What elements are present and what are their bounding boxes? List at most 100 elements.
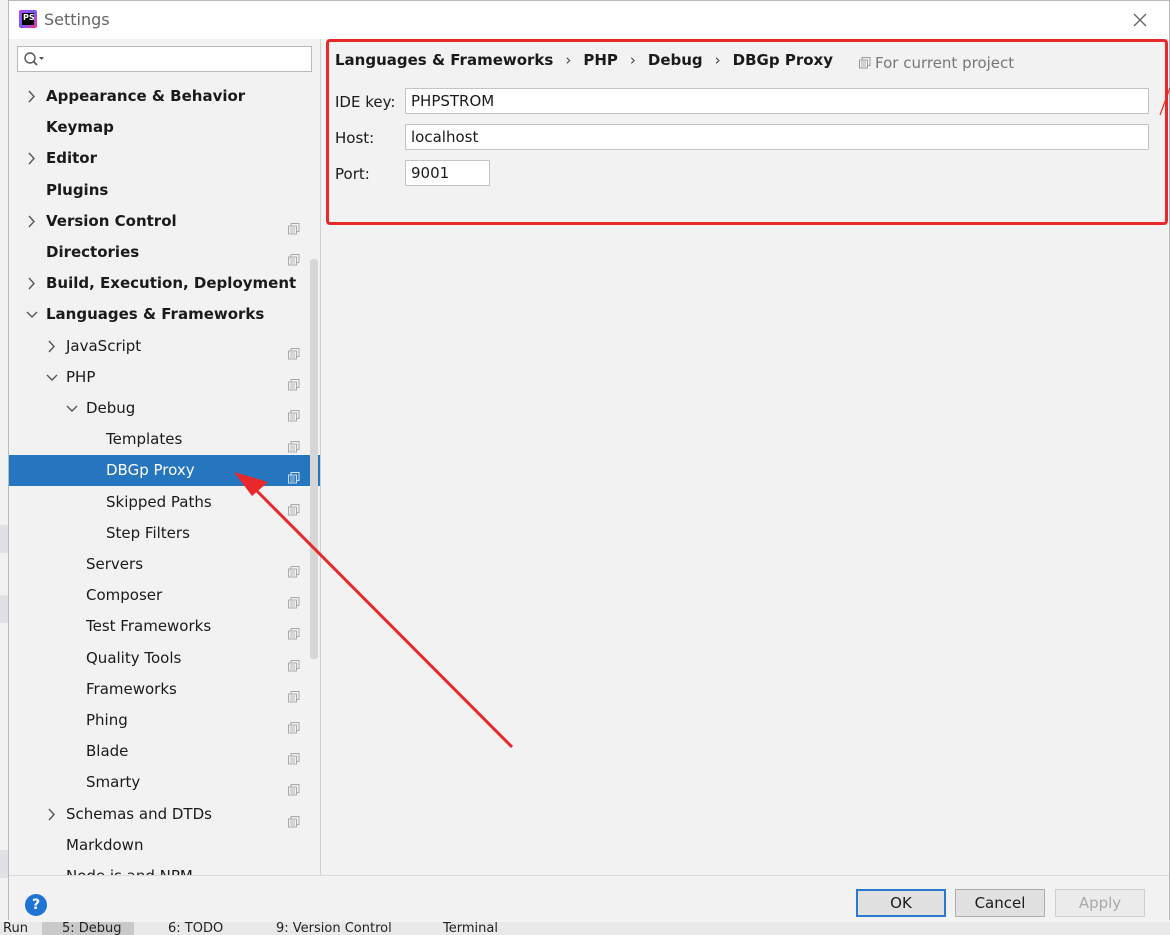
project-scope-icon [288,215,300,235]
chevron-right-icon[interactable] [25,143,39,174]
host-label: Host: [335,129,375,147]
tree-item[interactable]: Quality Tools [9,643,320,674]
tree-item[interactable]: Composer [9,580,320,611]
help-button[interactable]: ? [25,894,47,916]
cancel-button[interactable]: Cancel [955,889,1045,917]
tree-item[interactable]: Schemas and DTDs [9,799,320,830]
tree-item-label: Build, Execution, Deployment [46,274,297,293]
project-scope-icon [288,714,300,734]
ok-button[interactable]: OK [856,889,946,917]
tree-item[interactable]: Version Control [9,206,320,237]
chevron-right-icon[interactable] [45,799,59,830]
tree-item[interactable]: Servers [9,549,320,580]
chevron-right-icon[interactable] [45,331,59,362]
project-scope-icon [288,683,300,703]
tree-item-label: Blade [86,742,129,761]
breadcrumb-separator: › [714,51,721,69]
breadcrumb-item[interactable]: Debug [648,51,703,69]
tree-item[interactable]: Debug [9,393,320,424]
tree-item[interactable]: Phing [9,705,320,736]
tree-item-label: Templates [106,430,183,449]
settings-content: Languages & Frameworks › PHP › Debug › DBGp Pr… [321,39,1169,875]
tree-item-label: JavaScript [66,336,142,355]
tree-item-label: Test Frameworks [86,617,212,636]
settings-dialog: PS Settings Appearance & Behavior Keymap E… [8,0,1170,920]
project-scope-icon [288,496,300,516]
chevron-right-icon[interactable] [25,81,39,112]
close-icon[interactable] [1129,9,1151,31]
tree-item[interactable]: Blade [9,736,320,767]
tree-item[interactable]: Editor [9,143,320,174]
tool-window-tab[interactable]: Run [3,922,28,935]
project-scope-icon [288,745,300,765]
tree-item[interactable]: Keymap [9,112,320,143]
breadcrumb-separator: › [629,51,636,69]
window-title: Settings [44,10,110,29]
tree-item[interactable]: Plugins [9,175,320,206]
port-field[interactable]: 9001 [405,160,490,186]
tool-window-tab[interactable]: Terminal [443,922,498,935]
tree-item[interactable]: JavaScript [9,331,320,362]
project-scope-icon [288,246,300,266]
tree-item[interactable]: Directories [9,237,320,268]
tree-item-label: Keymap [46,118,114,137]
breadcrumb-item[interactable]: PHP [583,51,618,69]
chevron-down-icon[interactable] [45,362,59,393]
project-scope-icon [288,340,300,360]
tree-item[interactable]: Test Frameworks [9,611,320,642]
tree-item[interactable]: Smarty [9,767,320,798]
breadcrumb: Languages & Frameworks › PHP › Debug › DBGp Pr… [335,51,845,69]
breadcrumb-item[interactable]: Languages & Frameworks [335,51,553,69]
tree-item-label: Skipped Paths [106,492,212,511]
tree-item[interactable]: Step Filters [9,518,320,549]
tree-item[interactable]: Skipped Paths [9,487,320,518]
project-scope-icon [288,433,300,453]
tree-item-label: Smarty [86,773,141,792]
tree-item[interactable]: DBGp Proxy [9,455,320,487]
tree-item[interactable]: Appearance & Behavior [9,81,320,112]
tree-item[interactable]: Build, Execution, Deployment [9,268,320,299]
tree-scrollbar[interactable] [310,259,318,659]
chevron-down-icon[interactable] [65,393,79,424]
tool-window-tab[interactable]: 6: TODO [168,922,223,935]
breadcrumb-separator: › [565,51,572,69]
tree-item[interactable]: Templates [9,424,320,455]
tool-window-tab[interactable]: 9: Version Control [276,922,392,935]
chevron-right-icon[interactable] [25,268,39,299]
tree-item[interactable]: Languages & Frameworks [9,299,320,330]
host-field[interactable]: localhost [405,124,1149,150]
for-current-project-label: For current project [875,54,1015,72]
tree-item[interactable]: PHP [9,362,320,393]
search-icon [24,52,44,66]
tree-item[interactable]: Markdown [9,830,320,861]
port-label: Port: [335,165,370,183]
chevron-down-icon[interactable] [25,299,39,330]
project-scope-icon [288,620,300,640]
settings-sidebar: Appearance & Behavior Keymap Editor Plugins… [9,39,321,875]
tree-item-label: PHP [66,367,96,386]
ide-key-field[interactable]: PHPSTROM [405,88,1149,114]
tree-item[interactable]: Frameworks [9,674,320,705]
title-bar: PS Settings [9,1,1169,39]
tree-item-label: Node.js and NPM [66,861,193,875]
project-scope-icon [288,402,300,422]
tree-item-label: Debug [86,399,136,417]
breadcrumb-item[interactable]: DBGp Proxy [733,51,833,69]
tool-window-tab[interactable]: 5: Debug [42,922,134,935]
tree-item[interactable]: Node.js and NPM [9,861,320,875]
apply-button[interactable]: Apply [1055,889,1145,917]
ide-tool-window-bar: Run 5: Debug 6: TODO 9: Version Control Term… [0,922,1170,935]
search-input[interactable] [17,46,312,72]
project-scope-icon [288,558,300,578]
tree-item-label: Editor [46,149,97,168]
ide-key-label: IDE key: [335,93,396,111]
phpstorm-logo-icon: PS [19,10,37,28]
tree-item-label: Version Control [46,211,177,230]
tree-item-label: Plugins [46,180,109,199]
project-scope-icon [288,589,300,609]
project-scope-icon [288,464,300,484]
tree-item-label: Composer [86,586,163,605]
ide-background-strip [0,850,8,878]
chevron-right-icon[interactable] [25,206,39,237]
project-scope-icon [288,808,300,828]
